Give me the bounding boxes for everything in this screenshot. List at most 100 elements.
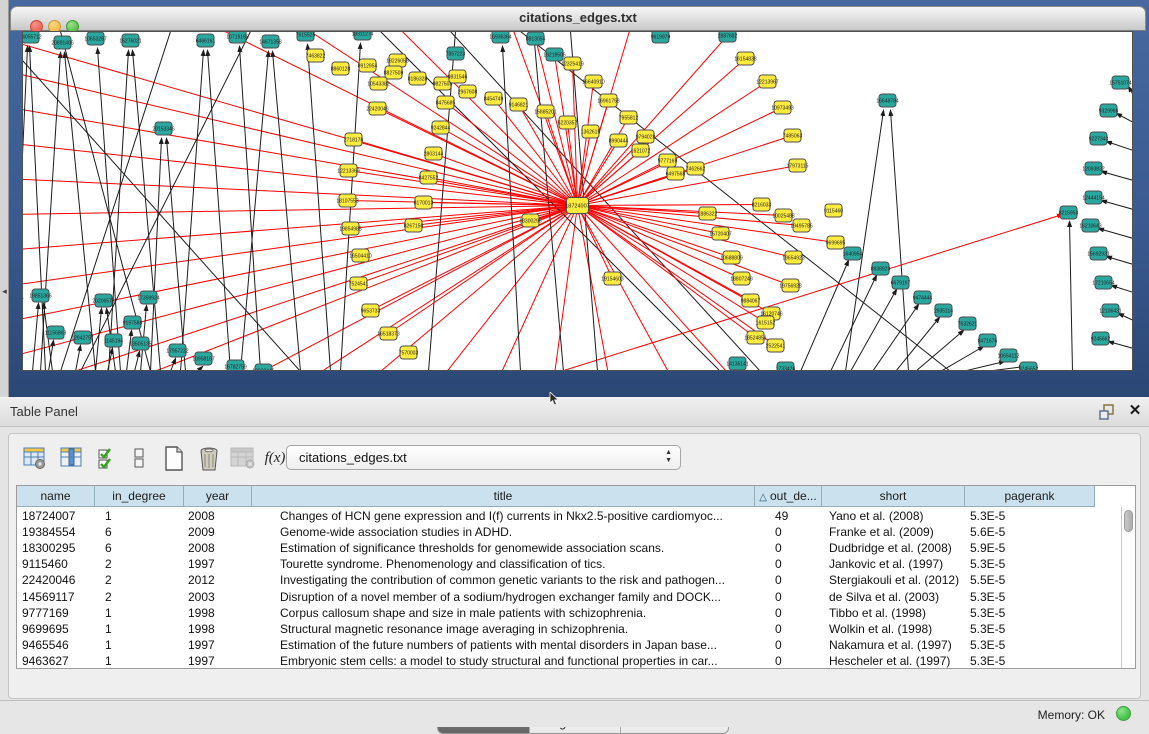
cell-short[interactable]: Stergiakouli et al. (2012): [829, 572, 963, 588]
cell-short[interactable]: Wolkin et al. (1998): [829, 621, 963, 637]
cell-out_de[interactable]: 0: [775, 556, 820, 572]
cell-pagerank[interactable]: 5.5E-5: [970, 572, 1093, 588]
cell-short[interactable]: Jankovic et al. (1997): [829, 556, 963, 572]
cell-out_de[interactable]: 0: [775, 589, 820, 605]
cell-in_degree[interactable]: 1: [105, 653, 182, 669]
column-header-pagerank[interactable]: pagerank: [965, 486, 1095, 507]
cell-short[interactable]: Tibbo et al. (1998): [829, 605, 963, 621]
cell-title[interactable]: Corpus callosum shape and size in male p…: [280, 605, 753, 621]
cell-name[interactable]: 18300295: [22, 540, 93, 556]
cell-year[interactable]: 1997: [188, 556, 250, 572]
column-header-name[interactable]: name: [17, 486, 95, 507]
cell-name[interactable]: 9699695: [22, 621, 93, 637]
table-row[interactable]: 9463627 1 1997 Embryonic stem cells: a mode…: [17, 653, 1121, 669]
vertical-scrollbar[interactable]: [1121, 507, 1135, 668]
cell-out_de[interactable]: 0: [775, 524, 820, 540]
cell-title[interactable]: Disruption of a novel member of a sodium…: [280, 589, 753, 605]
table-row[interactable]: 9777169 1 1998 Corpus callosum shape and si…: [17, 605, 1121, 621]
cell-title[interactable]: Estimation of the future numbers of pati…: [280, 637, 753, 653]
column-header-year[interactable]: year: [184, 486, 252, 507]
table-selector-combo[interactable]: citations_edges.txt ▲▼: [286, 445, 681, 470]
cell-in_degree[interactable]: 2: [105, 572, 182, 588]
cell-out_de[interactable]: 49: [775, 508, 820, 524]
delete-table-button[interactable]: [195, 444, 223, 472]
cell-out_de[interactable]: 0: [775, 540, 820, 556]
cell-in_degree[interactable]: 6: [105, 540, 182, 556]
cell-short[interactable]: Yano et al. (2008): [829, 508, 963, 524]
column-visibility-button[interactable]: [58, 444, 86, 472]
cell-in_degree[interactable]: 2: [105, 556, 182, 572]
cell-year[interactable]: 2008: [188, 540, 250, 556]
cell-short[interactable]: de Silva et al. (2003): [829, 589, 963, 605]
cell-year[interactable]: 1997: [188, 653, 250, 669]
cell-short[interactable]: Dudbridge et al. (2008): [829, 540, 963, 556]
table-row[interactable]: 18724007 1 2008 Changes of HCN gene express…: [17, 508, 1121, 524]
cell-title[interactable]: Changes of HCN gene expression and I(f) …: [280, 508, 753, 524]
cell-name[interactable]: 19384554: [22, 524, 93, 540]
cell-pagerank[interactable]: 5.9E-5: [970, 540, 1093, 556]
memory-status-indicator[interactable]: [1116, 706, 1131, 721]
cell-in_degree[interactable]: 1: [105, 637, 182, 653]
cell-out_de[interactable]: 0: [775, 653, 820, 669]
cell-year[interactable]: 2003: [188, 589, 250, 605]
cell-out_de[interactable]: 0: [775, 572, 820, 588]
close-panel-icon[interactable]: ✕: [1126, 402, 1144, 420]
cell-year[interactable]: 1997: [188, 637, 250, 653]
cell-title[interactable]: Investigating the contribution of common…: [280, 572, 753, 588]
table-row[interactable]: 19384554 6 2009 Genome-wide association stu…: [17, 524, 1121, 540]
select-rows-button[interactable]: [95, 444, 123, 472]
table-settings-button[interactable]: [21, 444, 49, 472]
cell-year[interactable]: 1998: [188, 605, 250, 621]
cell-in_degree[interactable]: 1: [105, 621, 182, 637]
cell-pagerank[interactable]: 5.3E-5: [970, 621, 1093, 637]
table-row[interactable]: 14569117 2 2003 Disruption of a novel membe…: [17, 589, 1121, 605]
cell-name[interactable]: 18724007: [22, 508, 93, 524]
cell-year[interactable]: 2009: [188, 524, 250, 540]
cell-pagerank[interactable]: 5.3E-5: [970, 653, 1093, 669]
float-window-icon[interactable]: [1098, 403, 1118, 421]
cell-in_degree[interactable]: 6: [105, 524, 182, 540]
table-row[interactable]: 22420046 2 2012 Investigating the contribut…: [17, 572, 1121, 588]
cell-title[interactable]: Genome-wide association studies in ADHD.: [280, 524, 753, 540]
table-row[interactable]: 9115460 2 1997 Tourette syndrome. Phenomeno…: [17, 556, 1121, 572]
cell-title[interactable]: Embryonic stem cells: a model to study s…: [280, 653, 753, 669]
cell-pagerank[interactable]: 5.3E-5: [970, 589, 1093, 605]
cell-year[interactable]: 1998: [188, 621, 250, 637]
cell-pagerank[interactable]: 5.3E-5: [970, 556, 1093, 572]
cell-name[interactable]: 22420046: [22, 572, 93, 588]
cell-name[interactable]: 14569117: [22, 589, 93, 605]
cell-name[interactable]: 9463627: [22, 653, 93, 669]
cell-short[interactable]: Hescheler et al. (1997): [829, 653, 963, 669]
cell-out_de[interactable]: 0: [775, 605, 820, 621]
cell-pagerank[interactable]: 5.3E-5: [970, 508, 1093, 524]
scrollbar-thumb[interactable]: [1124, 510, 1133, 532]
stacked-squares-button[interactable]: [129, 444, 157, 472]
cell-name[interactable]: 9465546: [22, 637, 93, 653]
cell-in_degree[interactable]: 1: [105, 605, 182, 621]
cell-out_de[interactable]: 0: [775, 637, 820, 653]
cell-title[interactable]: Structural magnetic resonance image aver…: [280, 621, 753, 637]
column-header-title[interactable]: title: [252, 486, 755, 507]
cell-year[interactable]: 2012: [188, 572, 250, 588]
column-header-in_degree[interactable]: in_degree: [95, 486, 184, 507]
cell-short[interactable]: Franke et al. (2009): [829, 524, 963, 540]
network-canvas[interactable]: 1405571220891406106532871527602164661611…: [22, 31, 1133, 371]
cell-pagerank[interactable]: 5.3E-5: [970, 605, 1093, 621]
table-row[interactable]: 9699695 1 1998 Structural magnetic resonanc…: [17, 621, 1121, 637]
cell-title[interactable]: Tourette syndrome. Phenomenology and cla…: [280, 556, 753, 572]
new-table-button[interactable]: [161, 444, 189, 472]
cell-title[interactable]: Estimation of significance thresholds fo…: [280, 540, 753, 556]
cell-in_degree[interactable]: 2: [105, 589, 182, 605]
cell-name[interactable]: 9777169: [22, 605, 93, 621]
column-header-short[interactable]: short: [822, 486, 965, 507]
cell-name[interactable]: 9115460: [22, 556, 93, 572]
cell-pagerank[interactable]: 5.6E-5: [970, 524, 1093, 540]
cell-out_de[interactable]: 0: [775, 621, 820, 637]
cell-short[interactable]: Nakamura et al. (1997): [829, 637, 963, 653]
cell-in_degree[interactable]: 1: [105, 508, 182, 524]
panel-expand-arrow-icon[interactable]: ◂: [0, 286, 9, 297]
column-header-out_de[interactable]: △out_de...: [755, 486, 822, 507]
cell-year[interactable]: 2008: [188, 508, 250, 524]
table-row[interactable]: 9465546 1 1997 Estimation of the future num…: [17, 637, 1121, 653]
table-row[interactable]: 18300295 6 2008 Estimation of significance …: [17, 540, 1121, 556]
